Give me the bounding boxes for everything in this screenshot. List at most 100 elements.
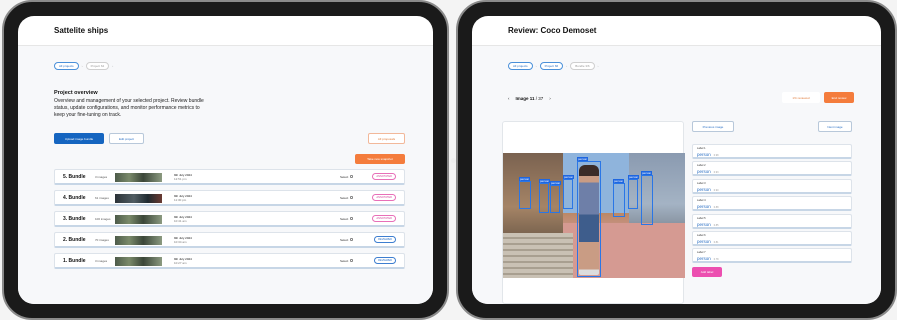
select-label: Select [340, 195, 349, 200]
upload-bundle-button[interactable]: Upload image bundle [54, 133, 104, 144]
bundle-thumbnail [115, 173, 162, 182]
select-checkbox[interactable]: Select [340, 259, 354, 263]
select-checkbox[interactable]: Select [340, 175, 354, 179]
select-checkbox[interactable]: Select [340, 238, 354, 242]
select-checkbox[interactable]: Select [340, 195, 354, 200]
bundle-image-count: 3 images [95, 258, 108, 263]
bbox-label: person [550, 181, 562, 185]
bundle-name: 5. Bundle [63, 173, 86, 180]
page-title: Review: Coco Demoset [508, 26, 597, 35]
review-content: All projects › Project 66 › Bundle 3/6 ›… [472, 46, 881, 304]
bounding-box[interactable] [577, 161, 601, 277]
breadcrumb-project[interactable]: Project 66 [539, 62, 564, 70]
label-class: person 0.88 [697, 204, 718, 209]
next-image-button[interactable]: Next image [818, 121, 852, 132]
bundle-time: 10:27 am [174, 261, 187, 265]
label-card[interactable]: Label 6 person 0.81 [692, 231, 852, 246]
bounding-box[interactable] [519, 181, 531, 209]
chevron-right-icon: › [112, 64, 114, 68]
add-label-button[interactable]: Add label [692, 267, 722, 277]
checkbox-icon[interactable] [350, 196, 354, 199]
bundle-time: 10:34 am [174, 240, 187, 244]
review-image[interactable]: person person person person person perso… [503, 153, 685, 278]
bundle-row[interactable]: 3. Bundle 100 images 9th July 2024 10:41 am… [54, 211, 405, 227]
bundle-row[interactable]: 2. Bundle 70 images 9th July 2024 10:34 am S… [54, 232, 405, 248]
bbox-label: person [613, 179, 625, 183]
label-card[interactable]: Label 1 person 0.98 [692, 144, 852, 159]
bounding-box[interactable] [641, 175, 653, 225]
showcase: Sattelite ships All projects › Project 6… [0, 0, 897, 320]
bundle-thumbnail [115, 194, 162, 203]
end-review-button[interactable]: End review [824, 92, 854, 103]
status-badge: REVIEWED [374, 257, 396, 264]
chevron-right-icon: › [597, 64, 599, 68]
bundle-row[interactable]: 4. Bundle 61 images 9th July 2024 11:30 pm S… [54, 190, 405, 206]
bundle-date: 9th July 2024 11:30 pm [174, 194, 192, 202]
label-card[interactable]: Label 4 person 0.88 [692, 196, 852, 212]
label-class-name: person [697, 256, 711, 262]
edit-project-button[interactable]: Edit project [109, 133, 144, 144]
bounding-box[interactable] [539, 183, 549, 213]
chevron-right-icon: › [81, 64, 83, 68]
label-level: Label 1 [697, 147, 706, 150]
breadcrumb: All projects › Project 66 › Bundle 3/6 › [508, 62, 599, 70]
checkbox-icon[interactable] [350, 238, 354, 241]
label-class: person 0.90 [697, 187, 718, 192]
label-class-name: person [697, 221, 711, 227]
bounding-box[interactable] [563, 179, 573, 209]
status-badge: ANNOTATED [372, 173, 396, 180]
label-class-name: person [697, 169, 711, 175]
label-class: person 0.81 [697, 239, 718, 244]
chevron-left-icon[interactable]: ‹ [508, 96, 510, 101]
status-badge: ANNOTATED [372, 194, 396, 201]
label-level: Label 3 [697, 181, 706, 185]
image-total: / 37 [535, 96, 544, 101]
label-card[interactable]: Label 7 person 0.78 [692, 248, 852, 264]
label-class: person 0.93 [697, 169, 718, 174]
bundle-name: 3. Bundle [63, 215, 86, 222]
checkbox-icon[interactable] [350, 217, 354, 220]
bundle-image-count: 3 images [95, 174, 108, 179]
label-card[interactable]: Label 5 person 0.85 [692, 213, 852, 229]
overview-text: Overview and management of your selected… [54, 98, 204, 118]
stairs [503, 233, 573, 278]
label-card[interactable]: Label 2 person 0.93 [692, 161, 852, 177]
bundle-time: 10:41 am [174, 219, 187, 223]
bundle-row[interactable]: 1. Bundle 3 images 9th July 2024 10:27 am Se… [54, 253, 405, 269]
label-score: 0.85 [713, 223, 719, 227]
checkbox-icon[interactable] [350, 175, 354, 178]
bbox-label: person [577, 157, 589, 161]
label-level: Label 2 [697, 164, 706, 168]
breadcrumb-bundle[interactable]: Bundle 3/6 [570, 62, 595, 70]
previous-image-button[interactable]: Previous image [692, 121, 734, 132]
image-panel: person person person person person perso… [502, 121, 685, 304]
label-card[interactable]: Label 3 person 0.90 [692, 178, 852, 194]
checkbox-icon[interactable] [350, 259, 354, 262]
all-proposals-button[interactable]: All proposals [368, 133, 405, 144]
top-bar: Review: Coco Demoset [472, 16, 881, 46]
label-class: person 0.98 [697, 152, 718, 157]
select-label: Select [340, 216, 349, 221]
chevron-right-icon[interactable]: › [549, 96, 551, 101]
label-score: 0.90 [713, 188, 719, 192]
breadcrumb-project[interactable]: Project 64 [85, 62, 110, 70]
bounding-box[interactable] [613, 183, 625, 217]
take-snapshot-button[interactable]: Take new snapshot [355, 154, 405, 164]
label-level: Label 4 [697, 199, 706, 203]
breadcrumb-all-projects[interactable]: All projects [508, 62, 533, 70]
bundle-row[interactable]: 5. Bundle 3 images 9th July 2024 12:51 pm Se… [54, 169, 405, 185]
label-class: person 0.85 [697, 222, 718, 227]
breadcrumb-all-projects[interactable]: All projects [54, 62, 79, 70]
bounding-box[interactable] [550, 185, 560, 213]
bundle-thumbnail [115, 257, 162, 266]
bounding-box[interactable] [628, 179, 638, 209]
bundle-thumbnail [115, 215, 162, 224]
label-class-name: person [697, 152, 711, 157]
bbox-label: person [539, 179, 551, 183]
image-index: Image 11 [515, 96, 535, 101]
review-screen: Review: Coco Demoset All projects › Proj… [472, 16, 881, 304]
label-class-name: person [697, 186, 711, 192]
select-checkbox[interactable]: Select [340, 216, 354, 221]
breadcrumb: All projects › Project 64 › [54, 62, 113, 70]
bundle-date: 9th July 2024 10:41 am [174, 215, 192, 223]
